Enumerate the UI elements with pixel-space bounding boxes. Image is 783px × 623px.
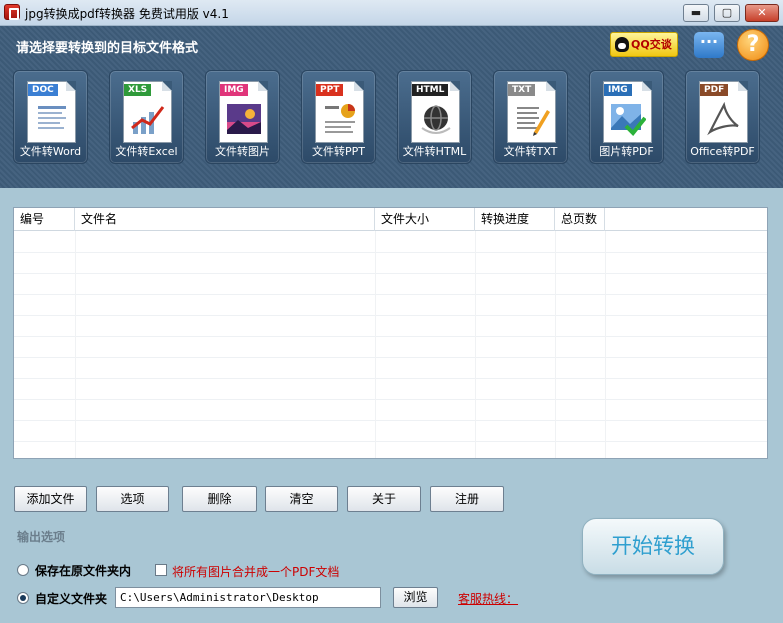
maximize-button[interactable]: ▢ <box>714 4 740 22</box>
file-table[interactable]: 编号 文件名 文件大小 转换进度 总页数 <box>13 207 768 459</box>
format-panel: 请选择要转换到的目标文件格式 QQ交谈 ··· ? DOC 文件转Word XLS 文… <box>0 26 783 188</box>
table-column-divider <box>375 231 376 458</box>
powerpoint-slide-icon: PPT <box>315 81 364 143</box>
table-row-divider <box>14 378 767 379</box>
table-row-divider <box>14 336 767 337</box>
table-column-divider <box>475 231 476 458</box>
format-tile-label: 文件转Word <box>19 145 82 158</box>
about-button[interactable]: 关于 <box>347 486 421 512</box>
word-document-icon: DOC <box>27 81 76 143</box>
service-hotline-link[interactable]: 客服热线： <box>458 590 518 607</box>
table-row-divider <box>14 294 767 295</box>
format-art <box>514 102 550 136</box>
format-tile-label: 文件转HTML <box>402 145 467 158</box>
app-icon <box>4 4 20 20</box>
start-conversion-button[interactable]: 开始转换 <box>582 518 724 575</box>
format-tile-label: 图片转PDF <box>599 145 654 158</box>
table-column-divider <box>75 231 76 458</box>
format-tile-label: 文件转图片 <box>215 145 270 158</box>
table-header: 编号 文件名 文件大小 转换进度 总页数 <box>14 208 767 231</box>
table-column-divider <box>605 231 606 458</box>
format-tile-1[interactable]: XLS 文件转Excel <box>109 70 184 164</box>
qq-chat-button[interactable]: QQ交谈 <box>610 32 678 57</box>
image-landscape-icon: IMG <box>219 81 268 143</box>
format-art <box>34 102 70 136</box>
format-tag: HTML <box>412 84 449 96</box>
format-tile-label: Office转PDF <box>690 145 755 158</box>
format-tag: PDF <box>700 84 729 96</box>
register-button[interactable]: 注册 <box>430 486 504 512</box>
format-tile-0[interactable]: DOC 文件转Word <box>13 70 88 164</box>
qq-penguin-icon <box>615 37 629 52</box>
clear-button[interactable]: 清空 <box>265 486 338 512</box>
format-art <box>130 102 166 136</box>
table-row-divider <box>14 399 767 400</box>
window-title: jpg转换成pdf转换器 免费试用版 v4.1 <box>25 7 229 21</box>
format-tile-4[interactable]: HTML 文件转HTML <box>397 70 472 164</box>
format-tag: DOC <box>28 84 58 96</box>
format-tile-5[interactable]: TXT 文件转TXT <box>493 70 568 164</box>
format-tile-2[interactable]: IMG 文件转图片 <box>205 70 280 164</box>
custom-folder-radio[interactable] <box>17 592 29 604</box>
options-button[interactable]: 选项 <box>96 486 169 512</box>
chat-bubble-icon[interactable]: ··· <box>694 32 724 58</box>
table-column-divider <box>555 231 556 458</box>
column-header-number[interactable]: 编号 <box>14 208 75 231</box>
qq-chat-label: QQ交谈 <box>631 38 672 51</box>
format-tile-label: 文件转Excel <box>115 145 178 158</box>
format-tag: IMG <box>604 84 632 96</box>
help-icon[interactable]: ? <box>737 29 769 61</box>
format-tag: PPT <box>316 84 344 96</box>
format-art <box>322 102 358 136</box>
save-original-radio[interactable] <box>17 564 29 576</box>
column-header-pages[interactable]: 总页数 <box>555 208 605 231</box>
column-header-progress[interactable]: 转换进度 <box>475 208 555 231</box>
column-header-filesize[interactable]: 文件大小 <box>375 208 475 231</box>
title-bar: jpg转换成pdf转换器 免费试用版 v4.1 ▬ ▢ ✕ <box>0 0 783 26</box>
format-tile-7[interactable]: PDF Office转PDF <box>685 70 760 164</box>
format-tag: XLS <box>124 84 152 96</box>
column-header-filename[interactable]: 文件名 <box>75 208 375 231</box>
format-tile-3[interactable]: PPT 文件转PPT <box>301 70 376 164</box>
close-button[interactable]: ✕ <box>745 4 779 22</box>
custom-folder-label[interactable]: 自定义文件夹 <box>35 590 107 607</box>
format-tag: TXT <box>508 84 536 96</box>
minimize-button[interactable]: ▬ <box>683 4 709 22</box>
save-original-label[interactable]: 保存在原文件夹内 <box>35 562 131 579</box>
pdf-acrobat-icon: PDF <box>699 81 748 143</box>
format-tile-label: 文件转TXT <box>503 145 558 158</box>
merge-pdf-checkbox[interactable] <box>155 564 167 576</box>
table-row-divider <box>14 273 767 274</box>
text-pencil-icon: TXT <box>507 81 556 143</box>
browse-button[interactable]: 浏览 <box>393 587 438 608</box>
output-path-field[interactable]: C:\Users\Administrator\Desktop <box>115 587 381 608</box>
excel-chart-icon: XLS <box>123 81 172 143</box>
format-tag: IMG <box>220 84 248 96</box>
image-check-icon: IMG <box>603 81 652 143</box>
add-file-button[interactable]: 添加文件 <box>14 486 87 512</box>
format-art <box>226 102 262 136</box>
format-tile-label: 文件转PPT <box>312 145 365 158</box>
format-tile-6[interactable]: IMG 图片转PDF <box>589 70 664 164</box>
table-row-divider <box>14 420 767 421</box>
table-row-divider <box>14 315 767 316</box>
table-row-divider <box>14 357 767 358</box>
format-art <box>706 101 742 136</box>
output-options-label: 输出选项 <box>17 530 66 544</box>
merge-pdf-label[interactable]: 将所有图片合并成一个PDF文档 <box>172 563 339 580</box>
format-panel-title: 请选择要转换到的目标文件格式 <box>16 41 199 56</box>
table-row-divider <box>14 252 767 253</box>
table-row-divider <box>14 441 767 442</box>
format-art <box>418 102 454 136</box>
html-globe-icon: HTML <box>411 81 460 143</box>
delete-button[interactable]: 删除 <box>182 486 257 512</box>
format-art <box>610 102 647 136</box>
